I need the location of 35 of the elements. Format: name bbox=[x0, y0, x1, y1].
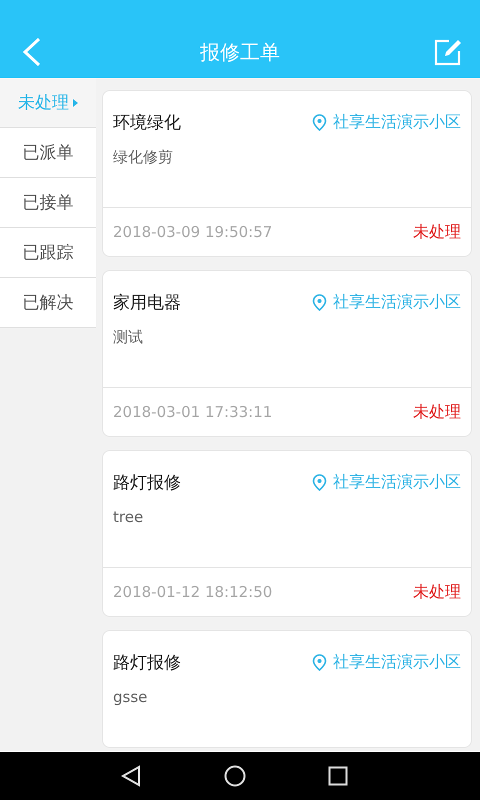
timestamp: 2018-01-12 18:12:50 bbox=[113, 583, 272, 601]
community-label: 社享生活演示小区 bbox=[311, 652, 461, 673]
location-pin-icon bbox=[311, 654, 328, 671]
caret-icon bbox=[73, 98, 78, 106]
timestamp: 2018-03-09 19:50:57 bbox=[113, 223, 272, 241]
location-pin-icon bbox=[311, 114, 328, 131]
page-title: 报修工单 bbox=[200, 39, 280, 66]
timestamp: 2018-03-01 17:33:11 bbox=[113, 403, 272, 421]
location-pin-icon bbox=[311, 474, 328, 491]
home-nav-icon[interactable] bbox=[224, 765, 246, 787]
sidebar-tab[interactable]: 已解决 bbox=[0, 278, 96, 328]
back-nav-icon[interactable] bbox=[120, 765, 142, 787]
sidebar-tab[interactable]: 已跟踪 bbox=[0, 228, 96, 278]
community-label: 社享生活演示小区 bbox=[311, 112, 461, 133]
status-label: 未处理 bbox=[413, 222, 461, 242]
description-text: 绿化修剪 bbox=[113, 148, 173, 167]
order-card[interactable]: 路灯报修 社享生活演示小区 tree 2018-01-12 18:12:50 未处理 bbox=[102, 450, 472, 617]
category-label: 路灯报修 bbox=[113, 472, 181, 494]
sidebar-tab[interactable]: 已派单 bbox=[0, 128, 96, 178]
category-label: 环境绿化 bbox=[113, 112, 181, 134]
community-label: 社享生活演示小区 bbox=[311, 472, 461, 493]
order-card[interactable]: 家用电器 社享生活演示小区 测试 2018-03-01 17:33:11 未处理 bbox=[102, 270, 472, 437]
location-pin-icon bbox=[311, 294, 328, 311]
description-text: tree bbox=[113, 508, 144, 526]
order-card[interactable]: 路灯报修 社享生活演示小区 gsse bbox=[102, 630, 472, 748]
order-card[interactable]: 环境绿化 社享生活演示小区 绿化修剪 2018-03-09 19:50:57 未处理 bbox=[102, 90, 472, 257]
description-text: gsse bbox=[113, 688, 148, 706]
status-label: 未处理 bbox=[413, 402, 461, 422]
description-text: 测试 bbox=[113, 328, 143, 347]
recents-nav-icon[interactable] bbox=[328, 766, 348, 786]
community-label: 社享生活演示小区 bbox=[311, 292, 461, 313]
category-label: 路灯报修 bbox=[113, 652, 181, 674]
category-label: 家用电器 bbox=[113, 292, 181, 314]
sidebar-tab[interactable]: 已接单 bbox=[0, 178, 96, 228]
status-label: 未处理 bbox=[413, 582, 461, 602]
